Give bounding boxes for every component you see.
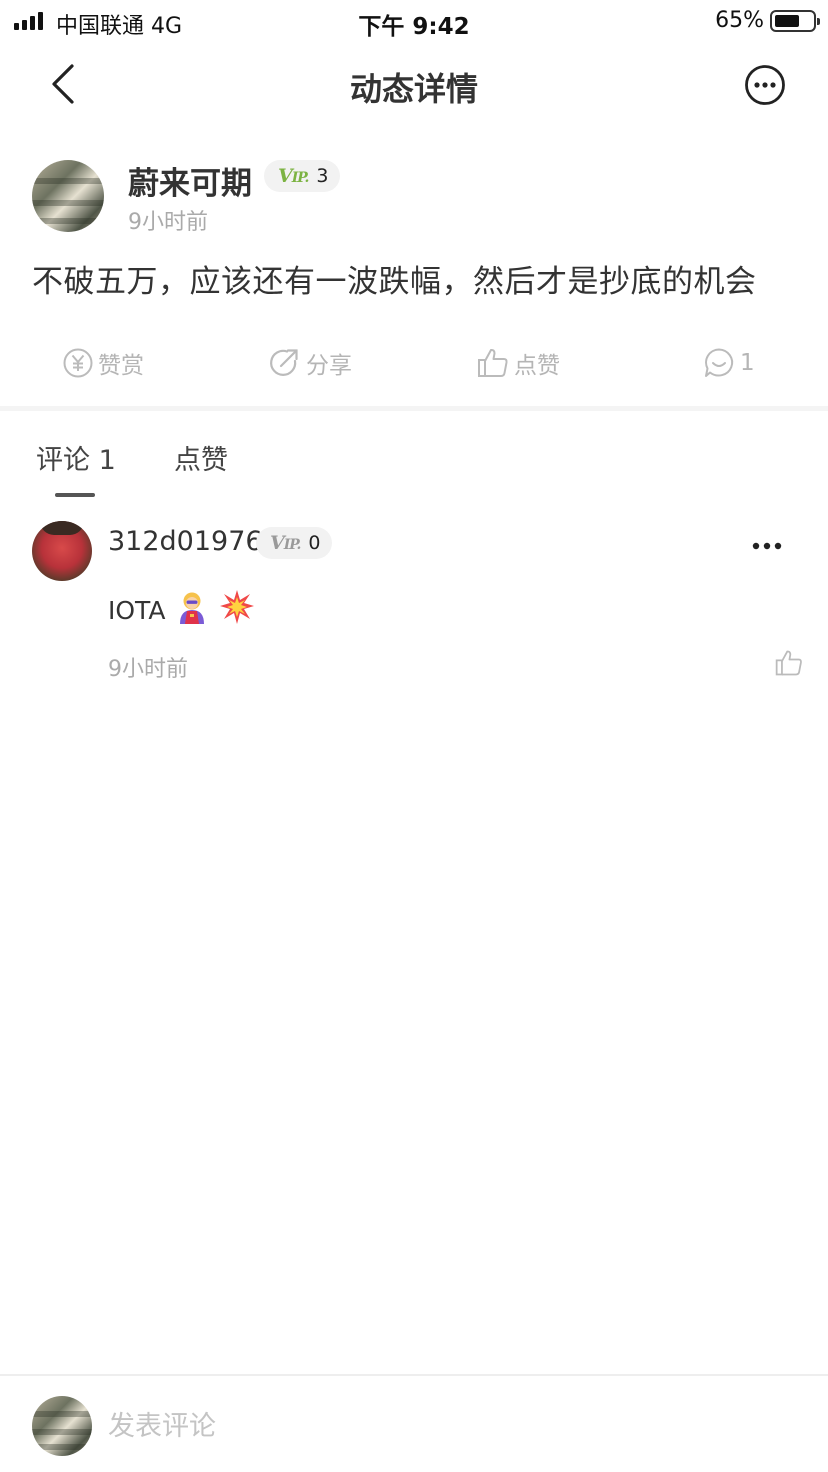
author-avatar[interactable] [32, 160, 104, 232]
more-button[interactable] [744, 64, 786, 106]
vip-badge: VIP. 0 [256, 527, 333, 559]
commenter-name[interactable]: 312d01976 [108, 526, 263, 557]
tab-likes[interactable]: 点赞 [174, 438, 228, 477]
share-button[interactable]: 分享 [268, 346, 352, 380]
thumbs-up-icon [478, 348, 508, 377]
comment-like-button[interactable] [774, 648, 804, 678]
share-label: 分享 [306, 353, 352, 379]
collision-emoji [219, 589, 255, 631]
battery-icon [770, 10, 820, 32]
superhero-emoji [173, 588, 211, 632]
commenter-avatar[interactable] [32, 521, 92, 581]
active-tab-indicator [55, 493, 95, 497]
share-icon [270, 349, 298, 376]
nav-bar: 动态详情 [0, 44, 828, 124]
thumbs-up-icon [775, 650, 802, 676]
comment-button[interactable]: 1 [702, 346, 755, 380]
vip-icon: VIP. [278, 165, 309, 187]
reward-label: 赞赏 [98, 353, 144, 379]
comment-count: 1 [740, 350, 755, 376]
comment-composer [0, 1374, 828, 1472]
post-actions: 赞赏 分享 点赞 1 [0, 340, 828, 390]
current-user-avatar [32, 1396, 92, 1456]
vip-icon: VIP. [270, 532, 301, 554]
post-timestamp: 9小时前 [128, 210, 208, 235]
comment-body: IOTA [108, 595, 166, 625]
like-button[interactable]: 点赞 [476, 346, 560, 380]
author-name[interactable]: 蔚来可期 [128, 158, 252, 203]
status-bar: 中国联通 4G 下午 9:42 65% [0, 0, 828, 44]
tab-comments[interactable]: 评论 1 [36, 438, 116, 477]
page-title: 动态详情 [349, 70, 478, 108]
comment-input[interactable] [108, 1404, 768, 1448]
comment-more-button[interactable] [750, 534, 790, 558]
vip-level: 0 [308, 532, 321, 554]
more-circle-icon [745, 65, 785, 105]
vip-badge: VIP. 3 [264, 160, 341, 192]
comment-bubble-icon [705, 348, 734, 377]
more-dots-icon [752, 542, 782, 550]
section-divider [0, 406, 828, 411]
comment-text: IOTA [108, 588, 255, 632]
like-label: 点赞 [514, 353, 560, 379]
post-content: 不破五万，应该还有一波跌幅，然后才是抄底的机会 [32, 264, 757, 300]
reward-button[interactable]: 赞赏 [62, 346, 144, 380]
yen-coin-icon [63, 348, 93, 378]
comment-timestamp: 9小时前 [108, 657, 188, 682]
vip-level: 3 [316, 165, 329, 187]
status-time: 下午 9:42 [358, 14, 470, 40]
battery-percent: 65% [715, 8, 764, 33]
